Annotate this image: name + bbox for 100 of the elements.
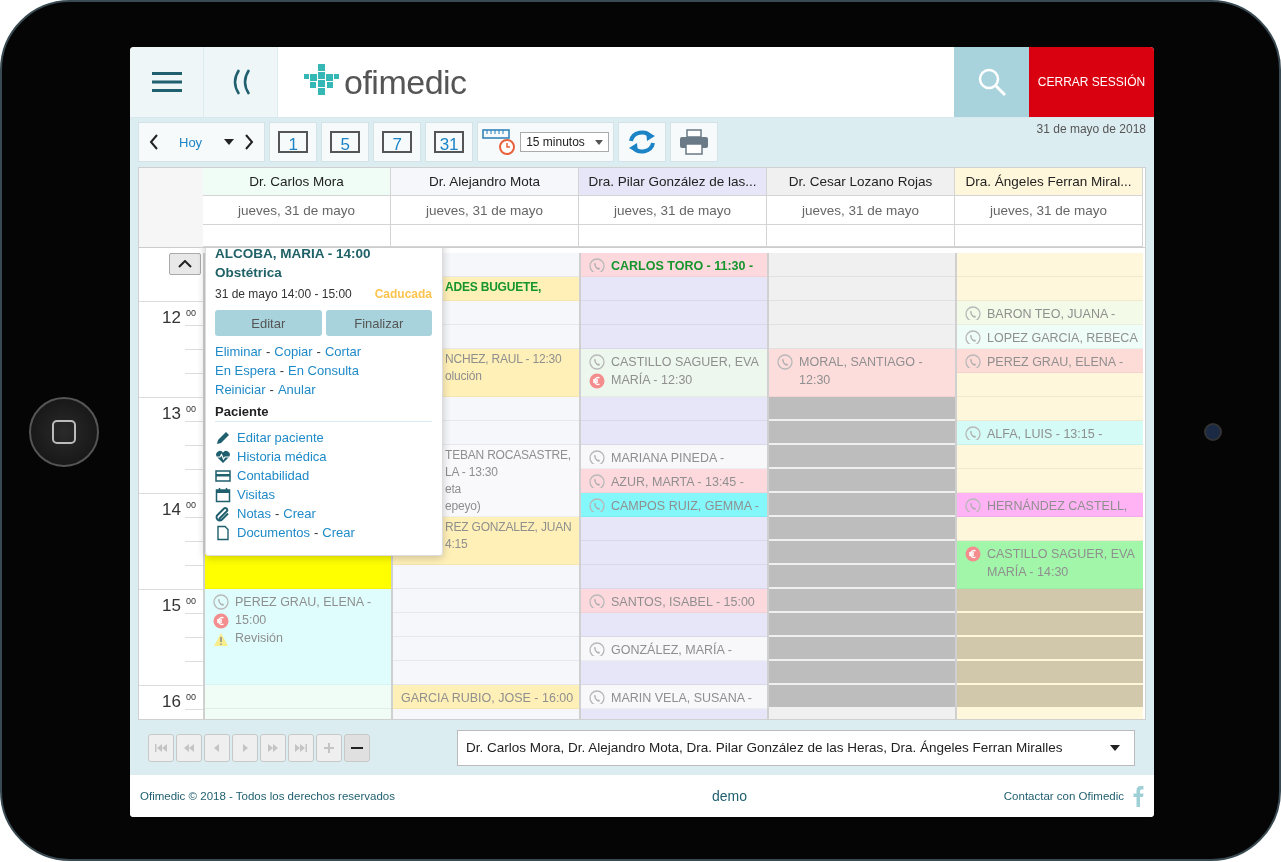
patient-link[interactable]: Contabilidad <box>237 466 310 485</box>
appointment-text: CASTILLO SAGUER, EVA MARÍA - 14:30 <box>987 546 1135 581</box>
previous-button[interactable] <box>147 132 161 152</box>
action-link[interactable]: En Espera <box>215 361 276 380</box>
document-icon <box>215 524 231 541</box>
appointment-text: MARIN VELA, SUSANA - <box>611 690 752 704</box>
calendar-view-button[interactable]: 7 <box>373 122 422 162</box>
action-link[interactable]: Eliminar <box>215 342 262 361</box>
all-day-cell[interactable] <box>767 225 955 247</box>
appointment[interactable]: CARLOS TORO - 11:30 - <box>581 253 767 277</box>
appointment-text: REZ GONZALEZ, JUAN 4:15 <box>445 519 572 553</box>
doctor-header[interactable]: Dr. Carlos Mora <box>203 168 391 196</box>
calendar-view-button[interactable]: 1 <box>269 122 318 162</box>
contact-link[interactable]: Contactar con Ofimedic <box>1003 790 1124 802</box>
appointment[interactable]: GONZÁLEZ, MARÍA - <box>581 637 767 661</box>
action-link[interactable]: Reiniciar <box>215 380 266 399</box>
phone-icon <box>589 450 605 464</box>
appointment-text: ALFA, LUIS - 13:15 - <box>987 426 1103 440</box>
appointment[interactable]: MORAL, SANTIAGO - 12:30 <box>769 349 955 397</box>
appointment[interactable]: BARON TEO, JUANA - <box>957 301 1143 325</box>
calendar-view-button[interactable]: 31 <box>425 122 474 162</box>
popup-title: ALCOBA, MARIA - 14:00 <box>215 248 372 263</box>
create-link[interactable]: Crear <box>283 504 316 523</box>
appointment-text: CARLOS TORO - 11:30 - <box>611 258 754 272</box>
hour-label: 14 <box>161 499 181 521</box>
menu-button[interactable] <box>130 47 204 117</box>
doctor-select[interactable]: Dr. Carlos Mora, Dr. Alejandro Mota, Dra. Pilar González de las Heras, Dra. Ángeles Ferran Miralles <box>457 729 1135 766</box>
phone-icon <box>589 594 605 608</box>
logo-text: ofimedic <box>344 62 467 102</box>
appointment-text: BARON TEO, JUANA - <box>987 306 1116 320</box>
user-name: demo <box>711 788 747 804</box>
separator-text: - <box>274 505 280 523</box>
create-link[interactable]: Crear <box>322 523 355 542</box>
caret-icon <box>1110 744 1120 751</box>
appointment[interactable]: CAMPOS RUIZ, GEMMA - <box>581 493 767 517</box>
popup-button[interactable]: Finalizar <box>325 310 432 336</box>
appointment[interactable]: AZUR, MARTA - 13:45 - <box>581 469 767 493</box>
phone-icon <box>589 642 605 656</box>
collapse-button[interactable] <box>204 47 278 117</box>
doctor-header[interactable]: Dr. Alejandro Mota <box>391 168 579 196</box>
appointment[interactable]: CASTILLO SAGUER, EVA MARÍA - 14:30 <box>957 541 1143 589</box>
calendar-icon <box>215 486 231 503</box>
doctor-header[interactable]: Dra. Ángeles Ferran Miral... <box>955 168 1143 196</box>
appointment[interactable]: CASTILLO SAGUER, EVA MARÍA - 12:30 <box>581 349 767 397</box>
patient-link[interactable]: Editar paciente <box>237 428 324 447</box>
facebook-icon[interactable] <box>1132 785 1144 807</box>
chevron-left-icon <box>149 134 159 150</box>
interval-select[interactable]: 15 minutos <box>520 132 609 152</box>
patient-link[interactable]: Documentos <box>237 523 310 542</box>
triangle-right-icon <box>266 742 280 753</box>
appointment[interactable]: ALFA, LUIS - 13:15 - <box>957 421 1143 445</box>
search-button[interactable] <box>954 47 1029 117</box>
hour-label: 12 <box>161 307 181 329</box>
appointment[interactable]: LOPEZ GARCIA, REBECA <box>957 325 1143 349</box>
appointment[interactable]: HERNÁNDEZ CASTELL, <box>957 493 1143 517</box>
chevron-right-icon <box>244 134 255 150</box>
euro-icon <box>589 373 605 389</box>
appointment-text: PEREZ GRAU, ELENA - 15:00 Revisión <box>235 594 372 647</box>
patient-link[interactable]: Notas <box>237 504 271 523</box>
printer-icon <box>678 129 709 155</box>
doctor-header[interactable]: Dr. Cesar Lozano Rojas <box>767 168 955 196</box>
section-title: Paciente <box>215 404 432 422</box>
all-day-cell[interactable] <box>391 225 579 247</box>
plus-icon <box>322 742 336 753</box>
patient-link[interactable]: Historia médica <box>237 447 327 466</box>
appointment[interactable]: SANTOS, ISABEL - 15:00 <box>581 589 767 613</box>
appointment[interactable]: MARIN VELA, SUSANA - <box>581 685 767 709</box>
ruler-clock-icon <box>482 127 517 157</box>
popup-button[interactable]: Editar <box>215 310 322 336</box>
all-day-cell[interactable] <box>203 225 391 247</box>
action-link[interactable]: Cortar <box>324 342 362 361</box>
appointment[interactable]: GARCIA RUBIO, JOSE - 16:00 <box>393 685 579 709</box>
phone-icon <box>965 498 981 512</box>
camera-icon <box>1203 423 1222 441</box>
doctor-header[interactable]: Dra. Pilar González de las... <box>579 168 767 196</box>
patient-link[interactable]: Visitas <box>237 485 276 504</box>
minutes-label: 00 <box>185 499 197 512</box>
all-day-cell[interactable] <box>579 225 767 247</box>
all-day-cell[interactable] <box>955 225 1143 247</box>
minutes-label: 00 <box>185 691 197 704</box>
phone-icon <box>965 306 981 320</box>
action-link[interactable]: Copiar <box>274 342 313 361</box>
refresh-button[interactable] <box>617 122 666 162</box>
appointment-text: GONZÁLEZ, MARÍA - <box>611 641 732 656</box>
logout-button[interactable]: CERRAR SESSIÓN <box>1029 47 1154 117</box>
date-header: jueves, 31 de mayo <box>579 196 767 225</box>
appointment[interactable]: MARIANA PINEDA - <box>581 445 767 469</box>
warning-icon <box>213 632 229 647</box>
appointment[interactable]: PEREZ GRAU, ELENA - 15:00 Revisión <box>205 589 391 685</box>
action-link[interactable]: En Consulta <box>288 361 359 380</box>
action-link[interactable]: Anular <box>277 380 316 399</box>
print-button[interactable] <box>669 122 718 162</box>
calendar-view-button[interactable]: 5 <box>321 122 370 162</box>
pager-button[interactable] <box>344 733 370 762</box>
appointment[interactable]: PEREZ GRAU, ELENA - <box>957 349 1143 373</box>
today-button[interactable]: Hoy <box>169 134 217 150</box>
phone-icon <box>589 474 605 488</box>
hour-label: 15 <box>161 595 181 617</box>
caret-icon[interactable] <box>224 139 235 145</box>
scroll-up-button[interactable] <box>169 253 201 275</box>
